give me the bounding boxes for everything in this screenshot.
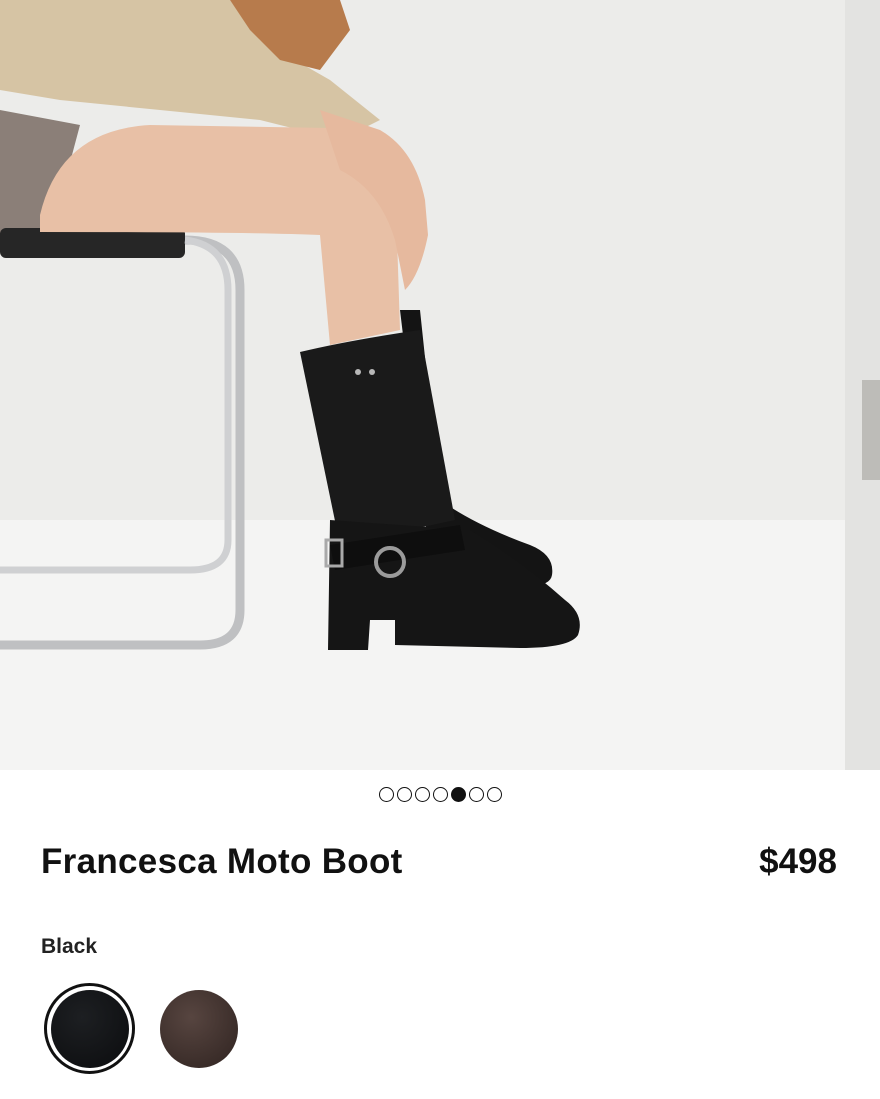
carousel-dot[interactable] [432,787,448,802]
carousel-dot[interactable] [486,787,502,802]
swatch-brown-fill [159,989,238,1068]
product-title: Francesca Moto Boot [41,842,403,881]
product-image[interactable] [0,0,880,770]
carousel-dot[interactable] [414,787,430,802]
carousel-dot[interactable] [378,787,394,802]
swatch-brown[interactable] [153,983,244,1074]
product-price: $498 [759,842,837,881]
color-swatches [44,983,244,1074]
carousel-dot[interactable] [468,787,484,802]
carousel-indicator [0,787,880,805]
carousel-dot[interactable] [450,787,466,802]
swatch-black-fill [50,989,129,1068]
swatch-black[interactable] [44,983,135,1074]
carousel-dot[interactable] [396,787,412,802]
selected-color-label: Black [41,935,98,958]
product-page: Francesca Moto Boot $498 Black [0,0,880,1099]
